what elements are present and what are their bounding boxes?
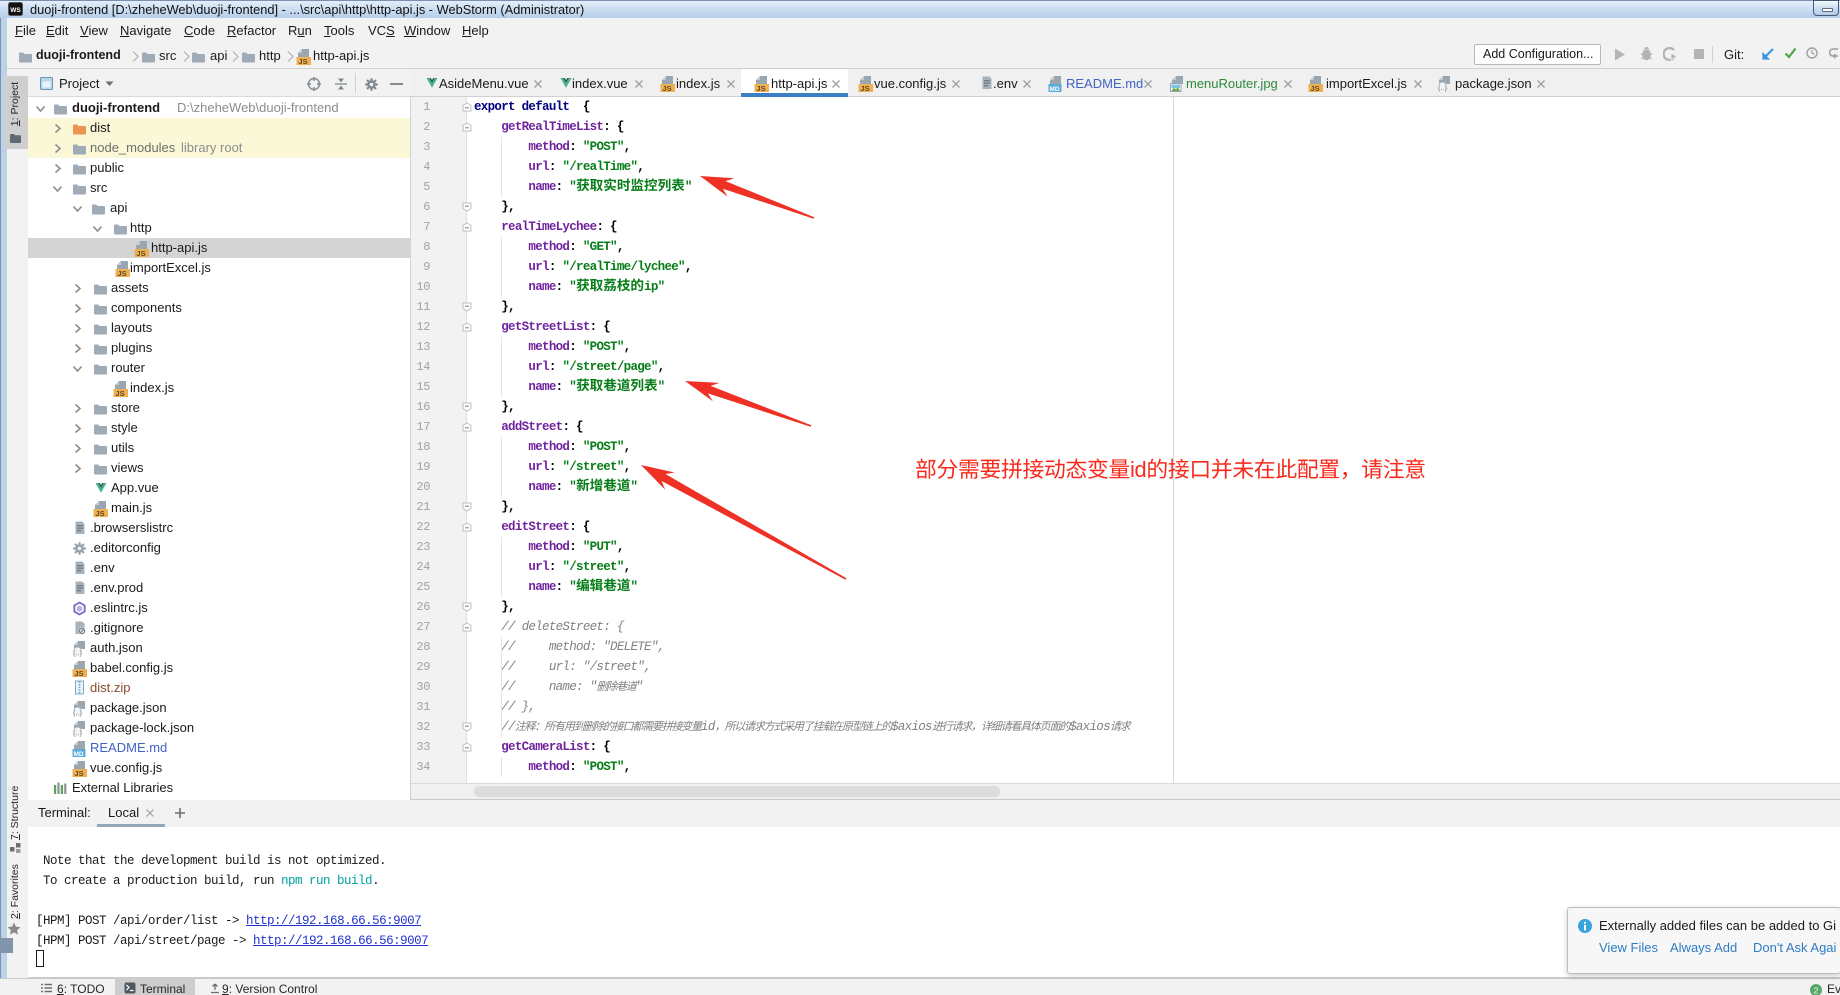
svg-text:2: 2 — [1814, 986, 1819, 995]
svg-text:JS: JS — [74, 769, 83, 777]
svg-text:WS: WS — [10, 7, 21, 14]
svg-text:JS: JS — [115, 389, 124, 397]
svg-text:JS: JS — [1310, 84, 1319, 92]
svg-text:JS: JS — [136, 249, 145, 257]
svg-text:JS: JS — [860, 84, 869, 92]
svg-text:JS: JS — [756, 84, 765, 92]
svg-text:JS: JS — [95, 509, 104, 517]
svg-text:JS: JS — [298, 57, 307, 65]
svg-text:MD: MD — [73, 751, 83, 757]
svg-text:JS: JS — [117, 269, 126, 277]
svg-text:JS: JS — [662, 84, 671, 92]
svg-text:{..}: {..} — [73, 728, 83, 737]
svg-text:{..}: {..} — [73, 708, 83, 717]
svg-text:{..}: {..} — [73, 648, 83, 657]
svg-text:JS: JS — [74, 669, 83, 677]
svg-text:{..}: {..} — [1438, 83, 1448, 92]
svg-text:MD: MD — [1049, 86, 1059, 92]
